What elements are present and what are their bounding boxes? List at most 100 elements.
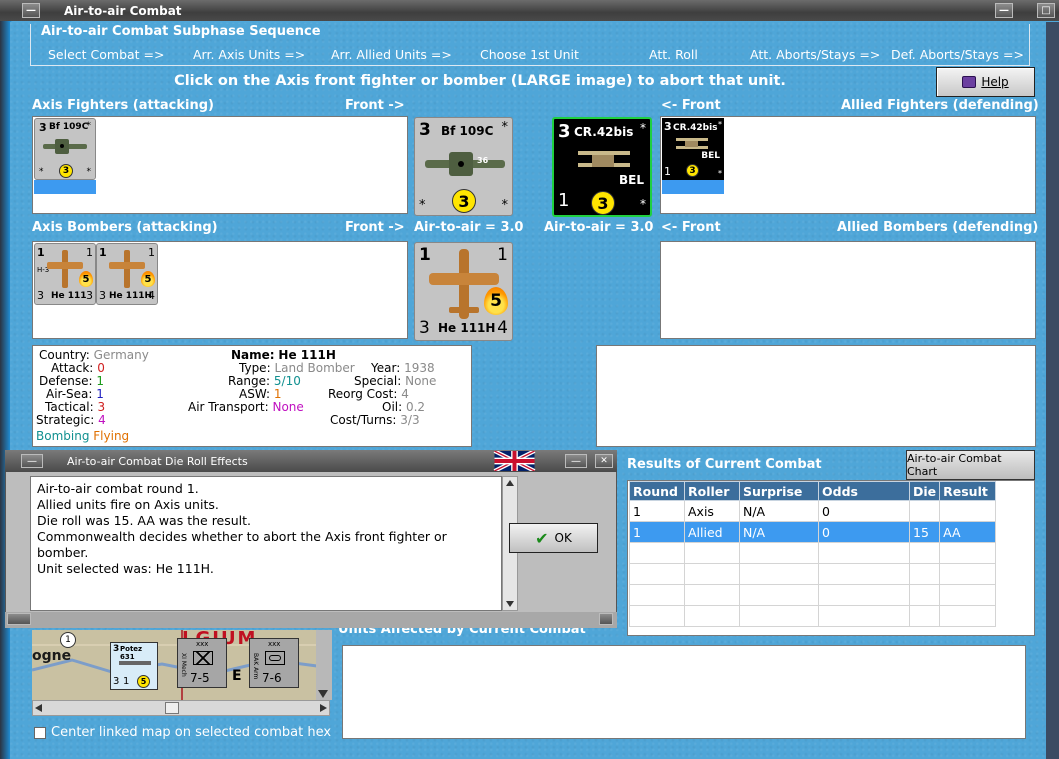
counter-tactical: 3	[37, 289, 44, 302]
linked-map[interactable]: ogne LGIUM 1 B E 3 Potez 631 3 1 5 xxx X…	[32, 630, 332, 700]
unit-id: XI Mech	[180, 653, 187, 677]
dialog-close-button[interactable]: ✕	[595, 454, 613, 468]
scroll-down-icon[interactable]	[318, 690, 328, 698]
counter-range-flame: 5	[141, 271, 155, 287]
map-letter-label: E	[232, 668, 242, 684]
air-to-air-chart-button[interactable]: Air-to-air Combat Chart	[906, 450, 1035, 480]
message-line: Allied units fire on Axis units.	[37, 497, 219, 512]
allied-air-to-air-value: Air-to-air = 3.0	[544, 220, 654, 235]
range-label: Range:	[228, 374, 271, 388]
biplane-icon	[578, 151, 630, 167]
counter-corner: *	[501, 198, 509, 213]
col-roller: Roller	[684, 481, 740, 501]
scroll-thumb[interactable]	[165, 702, 179, 714]
map-unit-armor[interactable]: xxx BAK Arm 7-6	[249, 638, 299, 688]
maximize-button[interactable]: □	[1037, 3, 1055, 18]
help-button[interactable]: Help	[936, 67, 1035, 97]
counter-bottom-right: 1	[123, 676, 130, 687]
table-row[interactable]: 1 Axis N/A 0	[629, 500, 997, 522]
asw-label: ASW:	[239, 387, 271, 401]
counter-name: CR.42bis	[673, 123, 718, 133]
scroll-right-icon[interactable]	[320, 704, 327, 712]
tactical-label: Tactical:	[45, 400, 94, 414]
special-label: Special:	[354, 374, 402, 388]
counter-strength: 3	[664, 120, 672, 133]
cr42-front-counter[interactable]: 3 CR.42bis * BEL 1 3 *	[552, 117, 652, 217]
help-label: Help	[981, 75, 1009, 89]
axis-front-label: Front ->	[345, 98, 405, 113]
minimize-button[interactable]: —	[995, 3, 1013, 18]
allied-bomber-front-label: <- Front	[661, 220, 721, 235]
center-map-checkbox[interactable]	[34, 727, 46, 739]
selection-strip	[662, 180, 724, 194]
counter-strength: 3	[113, 644, 120, 654]
cell-roller: Allied	[684, 521, 740, 543]
scroll-left-icon[interactable]	[35, 704, 42, 712]
mech-symbol-icon	[193, 651, 213, 665]
counter-range-circle: 3	[452, 189, 476, 213]
table-row-selected[interactable]: 1 Allied N/A 0 15 AA	[629, 521, 997, 543]
counter-range-flame: 5	[484, 287, 508, 315]
tactical-value: 3	[97, 400, 106, 414]
scroll-down-icon[interactable]	[506, 601, 514, 607]
dialog-menu-button[interactable]: —	[21, 454, 43, 468]
col-result: Result	[939, 481, 997, 501]
name-row: Name: He 111H	[231, 348, 336, 362]
unit-strength: 7-6	[262, 671, 282, 685]
selection-strip	[34, 180, 96, 194]
strategic-label: Strategic:	[36, 413, 95, 427]
scroll-up-icon[interactable]	[506, 480, 514, 486]
axis-fighters-label: Axis Fighters (attacking)	[32, 98, 214, 113]
defense-row: Defense: 1	[39, 374, 104, 388]
dialog-title: Air-to-air Combat Die Roll Effects	[67, 454, 248, 468]
counter-range-circle: 3	[59, 164, 73, 178]
allied-front-label: <- Front	[661, 98, 721, 113]
map-unit-potez[interactable]: 3 Potez 631 3 1 5	[110, 642, 158, 690]
counter-strategic: 3	[86, 289, 93, 302]
he111h-small-counter[interactable]: 1 1 5 3 He 111H 4	[96, 243, 158, 305]
unit-size: xxx	[196, 640, 209, 648]
map-vertical-scrollbar[interactable]	[316, 630, 332, 700]
plane-icon	[119, 661, 151, 665]
bf109-small-counter[interactable]: 3 Bf 109C * 3 * *	[34, 118, 96, 180]
col-surprise: Surprise	[739, 481, 819, 501]
cell-surprise: N/A	[739, 500, 819, 522]
defense-label: Defense:	[39, 374, 93, 388]
strategic-row: Strategic: 4	[36, 413, 106, 427]
armor-symbol-icon	[265, 651, 285, 665]
country-label: Country:	[39, 348, 90, 362]
results-title: Results of Current Combat	[627, 457, 822, 472]
ok-button[interactable]: ✔ OK	[509, 523, 598, 553]
ok-label: OK	[554, 531, 572, 545]
counter-corner: *	[640, 197, 646, 211]
book-icon	[962, 76, 977, 88]
he111-small-counter[interactable]: 1 1 H-3 5 3 He 111 3	[34, 243, 96, 305]
counter-name: Bf 109C	[441, 124, 494, 138]
range-value: 5/10	[273, 374, 301, 388]
counter-corner: *	[39, 167, 44, 177]
dialog-resize-button[interactable]	[599, 613, 613, 625]
dialog-bottom-bar	[5, 612, 617, 628]
type-value: Land Bomber	[274, 361, 355, 375]
dialog-restore-button[interactable]	[7, 613, 31, 625]
counter-defense: 1	[148, 246, 155, 259]
counter-nation: BEL	[701, 151, 720, 161]
he111h-front-counter[interactable]: 1 1 5 3 He 111H 4	[414, 242, 513, 341]
name-label: Name:	[231, 348, 275, 362]
airsea-value: 1	[96, 387, 104, 401]
system-menu-button[interactable]: —	[22, 3, 40, 18]
map-horizontal-scrollbar[interactable]	[32, 700, 330, 716]
map-unit-mech[interactable]: xxx XI Mech 7-5	[177, 638, 227, 688]
dialog-minimize-button[interactable]: —	[565, 454, 587, 468]
axis-bombers-label: Axis Bombers (attacking)	[32, 220, 218, 235]
cell-die	[908, 500, 941, 522]
phase-sequence-title: Air-to-air Combat Subphase Sequence	[38, 24, 324, 39]
asw-row: ASW: 1	[239, 387, 282, 401]
message-line: Unit selected was: He 111H.	[37, 561, 214, 576]
counter-bottom-value: 1	[664, 165, 671, 178]
cell-roller: Axis	[684, 500, 740, 522]
counter-range-circle: 3	[591, 191, 615, 215]
defense-value: 1	[96, 374, 104, 388]
bf109-front-counter[interactable]: 3 Bf 109C * 36 3 * *	[414, 117, 513, 216]
cr42-small-counter[interactable]: 3 CR.42bis * BEL 1 3 *	[662, 118, 724, 180]
